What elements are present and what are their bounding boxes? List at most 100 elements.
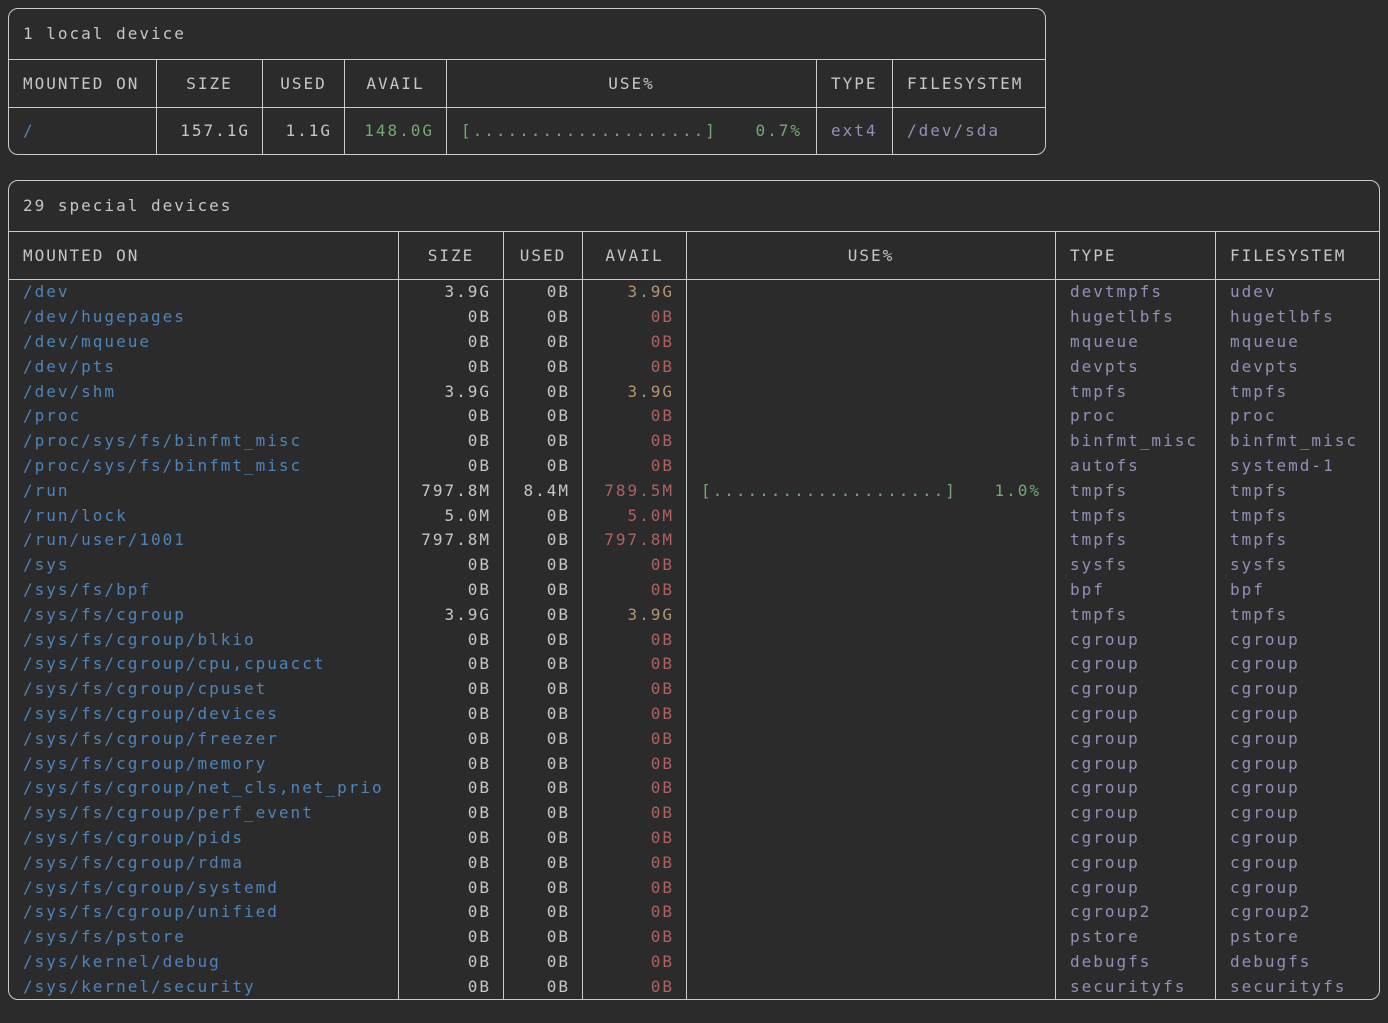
col-header-avail: AVAIL — [583, 232, 687, 279]
table-row: /proc/sys/fs/binfmt_misc0B0B0Bbinfmt_mis… — [9, 428, 1379, 453]
avail-cell-value: 0B — [651, 332, 674, 351]
terminal-screen: { "colors": { "background": "#2b2b2b", "… — [0, 0, 1388, 1023]
table-row: /run797.8M8.4M789.5M[...................… — [9, 478, 1379, 503]
type-cell-value: cgroup2 — [1070, 902, 1151, 921]
size-cell: 0B — [399, 850, 504, 875]
filesystem-cell-value: debugfs — [1230, 952, 1311, 971]
type-cell-value: cgroup — [1070, 754, 1140, 773]
size-cell: 0B — [399, 552, 504, 577]
used-cell: 0B — [504, 602, 583, 627]
size-cell-value: 0B — [468, 828, 491, 847]
filesystem-cell: tmpfs — [1216, 602, 1378, 627]
use-percent-cell — [687, 775, 1056, 800]
mount-point-cell: /sys — [9, 552, 399, 577]
used-cell: 0B — [504, 726, 583, 751]
type-cell: cgroup — [1056, 825, 1216, 850]
used-cell-value: 0B — [547, 555, 570, 574]
type-cell: securityfs — [1056, 974, 1216, 999]
type-cell-value: sysfs — [1070, 555, 1128, 574]
used-cell: 0B — [504, 627, 583, 652]
filesystem-cell-value: bpf — [1230, 580, 1265, 599]
avail-cell: 0B — [583, 304, 687, 329]
filesystem-cell-value: cgroup — [1230, 729, 1300, 748]
mount-point-cell-value: /dev/hugepages — [23, 307, 186, 326]
use-percent-cell — [687, 379, 1056, 404]
use-percent-cell — [687, 949, 1056, 974]
type-cell-value: binfmt_misc — [1070, 431, 1198, 450]
filesystem-cell: sysfs — [1216, 552, 1378, 577]
type-cell: tmpfs — [1056, 602, 1216, 627]
type-cell: devtmpfs — [1056, 280, 1216, 305]
filesystem-cell-value: pstore — [1230, 927, 1300, 946]
filesystem-cell: debugfs — [1216, 949, 1378, 974]
avail-cell-value: 0B — [651, 431, 674, 450]
avail-cell: 0B — [583, 949, 687, 974]
avail-cell: 0B — [583, 577, 687, 602]
type-cell-value: tmpfs — [1070, 506, 1128, 525]
column-header-label: USED — [280, 74, 327, 93]
mount-point-cell-value: /proc/sys/fs/binfmt_misc — [23, 456, 302, 475]
type-cell-value: cgroup — [1070, 778, 1140, 797]
used-cell-value: 0B — [547, 605, 570, 624]
type-cell: autofs — [1056, 453, 1216, 478]
type-cell: cgroup — [1056, 726, 1216, 751]
mount-point-cell: /sys/fs/cgroup/cpuset — [9, 676, 399, 701]
use-percent-cell — [687, 651, 1056, 676]
type-cell-value: cgroup — [1070, 679, 1140, 698]
avail-cell: 0B — [583, 552, 687, 577]
filesystem-cell-value: systemd-1 — [1230, 456, 1335, 475]
used-cell-value: 1.1G — [285, 121, 332, 140]
col-header-used: USED — [263, 60, 345, 107]
size-cell-value: 0B — [468, 580, 491, 599]
mount-point-cell-value: /sys/fs/cgroup/cpu,cpuacct — [23, 654, 325, 673]
used-cell-value: 0B — [547, 307, 570, 326]
column-header-label: AVAIL — [605, 246, 663, 265]
mount-point-cell: /sys/fs/cgroup/blkio — [9, 627, 399, 652]
special-devices-header-row: MOUNTED ONSIZEUSEDAVAILUSE%TYPEFILESYSTE… — [9, 232, 1379, 280]
size-cell: 0B — [399, 775, 504, 800]
mount-point-cell: /sys/fs/cgroup/devices — [9, 701, 399, 726]
type-cell-value: tmpfs — [1070, 530, 1128, 549]
filesystem-cell-value: udev — [1230, 282, 1277, 301]
mount-point-cell-value: /proc — [23, 406, 81, 425]
filesystem-cell-value: tmpfs — [1230, 481, 1288, 500]
mount-point-cell-value: /sys/kernel/debug — [23, 952, 221, 971]
avail-cell: 0B — [583, 354, 687, 379]
size-cell-value: 3.9G — [444, 382, 491, 401]
column-header-label: FILESYSTEM — [1230, 246, 1346, 265]
use-percent-cell — [687, 577, 1056, 602]
filesystem-cell-value: tmpfs — [1230, 605, 1288, 624]
avail-cell: 0B — [583, 453, 687, 478]
size-cell: 0B — [399, 875, 504, 900]
special-devices-table: 29 special devices MOUNTED ONSIZEUSEDAVA… — [8, 180, 1380, 1000]
size-cell-value: 0B — [468, 853, 491, 872]
size-cell-value: 0B — [468, 704, 491, 723]
filesystem-cell-value: securityfs — [1230, 977, 1346, 996]
used-cell: 0B — [504, 379, 583, 404]
mount-point-cell: /sys/fs/cgroup/systemd — [9, 875, 399, 900]
table-title: 29 special devices — [23, 196, 232, 215]
size-cell: 0B — [399, 726, 504, 751]
table-row: /sys/fs/cgroup/net_cls,net_prio0B0B0Bcgr… — [9, 775, 1379, 800]
size-cell-value: 0B — [468, 357, 491, 376]
used-cell-value: 0B — [547, 406, 570, 425]
type-cell: ext4 — [817, 108, 893, 155]
size-cell: 0B — [399, 800, 504, 825]
filesystem-cell: cgroup — [1216, 875, 1378, 900]
type-cell-value: autofs — [1070, 456, 1140, 475]
size-cell: 157.1G — [157, 108, 263, 155]
table-row: /157.1G1.1G148.0G[....................]0… — [9, 108, 1045, 155]
avail-cell-value: 0B — [651, 952, 674, 971]
mount-point-cell-value: /sys/fs/cgroup/unified — [23, 902, 279, 921]
filesystem-cell: tmpfs — [1216, 379, 1378, 404]
size-cell-value: 0B — [468, 803, 491, 822]
filesystem-cell-value: /dev/sda — [907, 121, 1000, 140]
mount-point-cell-value: /dev/mqueue — [23, 332, 151, 351]
table-row: /proc0B0B0Bprocproc — [9, 403, 1379, 428]
type-cell: cgroup — [1056, 701, 1216, 726]
table-row: /dev/mqueue0B0B0Bmqueuemqueue — [9, 329, 1379, 354]
avail-cell: 3.9G — [583, 602, 687, 627]
table-row: /run/user/1001797.8M0B797.8Mtmpfstmpfs — [9, 527, 1379, 552]
type-cell-value: securityfs — [1070, 977, 1186, 996]
avail-cell-value: 148.0G — [364, 121, 434, 140]
